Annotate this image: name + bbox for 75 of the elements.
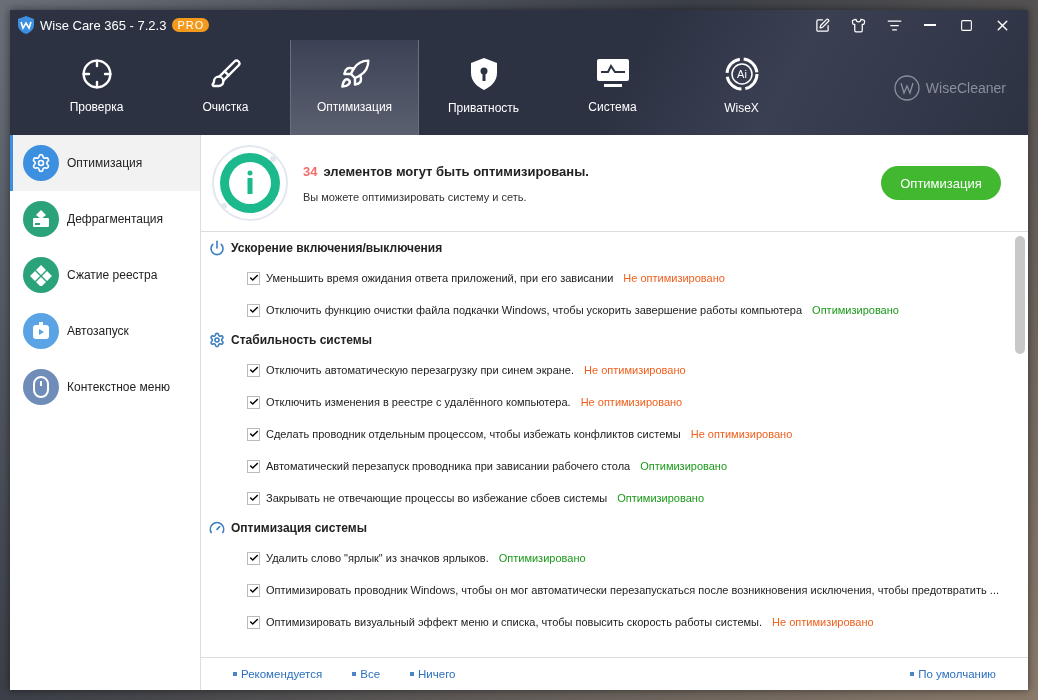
gear-icon <box>209 332 225 348</box>
play-bag-icon <box>31 321 51 341</box>
status-label: Не оптимизировано <box>772 616 874 628</box>
shirt-icon <box>850 17 866 33</box>
checkbox[interactable] <box>247 551 260 565</box>
nav-tab[interactable]: Оптимизация <box>290 40 419 135</box>
window-title: Wise Care 365 - 7.2.3 <box>40 17 167 33</box>
nav-tab[interactable]: Проверка <box>32 40 161 135</box>
shield-logo-icon <box>18 16 34 34</box>
option-label: Закрывать не отвечающие процессы во избежание сбоев системы <box>266 492 608 504</box>
menu-icon <box>886 17 902 33</box>
target-icon <box>80 57 113 90</box>
option-label: Автоматический перезапуск проводника при зависании рабочего стола <box>266 460 631 472</box>
option-label: Оптимизировать визуальный эффект меню и списка, чтобы повысить скорость работы системы. <box>266 616 763 628</box>
checkbox[interactable] <box>247 271 260 285</box>
option-label: Отключить функцию очистки файла подкачки Windows, чтобы ускорить завершение работы компьютера <box>266 304 803 316</box>
monitor-icon <box>595 57 630 90</box>
pro-badge: PRO <box>172 18 210 32</box>
option-label: Оптимизировать проводник Windows, чтобы он мог автоматически перезапускаться после возникновения исключения, чтобы предотвратить ... <box>266 584 999 596</box>
nav-tab[interactable]: Система <box>548 40 677 135</box>
sidebar-label: Автозапуск <box>67 324 129 338</box>
sidebar-item[interactable]: Оптимизация <box>10 135 200 191</box>
brand-name: WiseCleaner <box>925 79 1006 96</box>
gear-icon <box>31 153 51 173</box>
checkbox[interactable] <box>247 363 260 377</box>
checkbox[interactable] <box>247 491 260 505</box>
power-icon <box>209 240 225 256</box>
option-label: Уменьшить время ожидания ответа приложений, при его зависании <box>266 272 614 284</box>
checkbox[interactable] <box>247 427 260 441</box>
summary-headline: 34 элементов могут быть оптимизированы. <box>303 163 589 179</box>
section-title: Стабильность системы <box>231 333 372 347</box>
sidebar-label: Контекстное меню <box>67 380 171 394</box>
sidebar-label: Оптимизация <box>67 156 143 170</box>
option-label: Сделать проводник отдельным процессом, чтобы избежать конфликтов системы <box>266 428 681 440</box>
gauge-icon <box>209 520 225 536</box>
option-label: Удалить слово "ярлык" из значков ярлыков. <box>266 552 489 564</box>
brush-icon <box>209 57 242 90</box>
checkbox[interactable] <box>247 615 260 629</box>
default-link[interactable]: По умолчанию <box>910 668 996 680</box>
pen-square-icon <box>814 17 830 33</box>
shield-keyhole-icon <box>468 56 499 91</box>
checkbox[interactable] <box>247 303 260 317</box>
checkbox[interactable] <box>247 459 260 473</box>
status-label: Оптимизировано <box>617 492 704 504</box>
filter-link[interactable]: Все <box>352 668 381 680</box>
summary-subtitle: Вы можете оптимизировать систему и сеть. <box>303 190 528 203</box>
status-label: Не оптимизировано <box>623 272 725 284</box>
minimize-icon <box>924 24 936 26</box>
sidebar-label: Сжатие реестра <box>67 268 158 282</box>
status-label: Не оптимизировано <box>690 428 793 440</box>
w-logo-icon <box>893 74 920 101</box>
status-label: Оптимизировано <box>640 460 728 472</box>
status-label: Оптимизировано <box>812 304 899 316</box>
filter-link[interactable]: Рекомендуется <box>233 668 323 680</box>
disk-drive-icon <box>31 209 51 229</box>
nav-tab[interactable]: Ai WiseX <box>677 40 806 135</box>
section-title: Ускорение включения/выключения <box>231 241 443 255</box>
diamond-blocks-icon <box>30 264 52 286</box>
rocket-icon <box>338 57 371 90</box>
info-badge-icon <box>211 144 289 222</box>
option-label: Отключить изменения в реестре с удалённого компьютера. <box>266 396 571 408</box>
filter-link[interactable]: Ничего <box>410 668 456 680</box>
nav-tab[interactable]: Очистка <box>161 40 290 135</box>
option-label: Отключить автоматическую перезагрузку при синем экране. <box>266 364 575 376</box>
checkbox[interactable] <box>247 395 260 409</box>
status-label: Оптимизировано <box>498 552 586 564</box>
mouse-icon <box>33 376 49 398</box>
nav-tab[interactable]: Приватность <box>419 40 548 135</box>
checkbox[interactable] <box>247 583 260 597</box>
section-title: Оптимизация системы <box>231 521 367 535</box>
status-label: Не оптимизировано <box>584 364 686 376</box>
sidebar-label: Дефрагментация <box>67 212 164 226</box>
ai-swirl-icon: Ai <box>724 56 759 91</box>
maximize-icon <box>959 18 973 32</box>
status-label: Не оптимизировано <box>580 396 683 408</box>
